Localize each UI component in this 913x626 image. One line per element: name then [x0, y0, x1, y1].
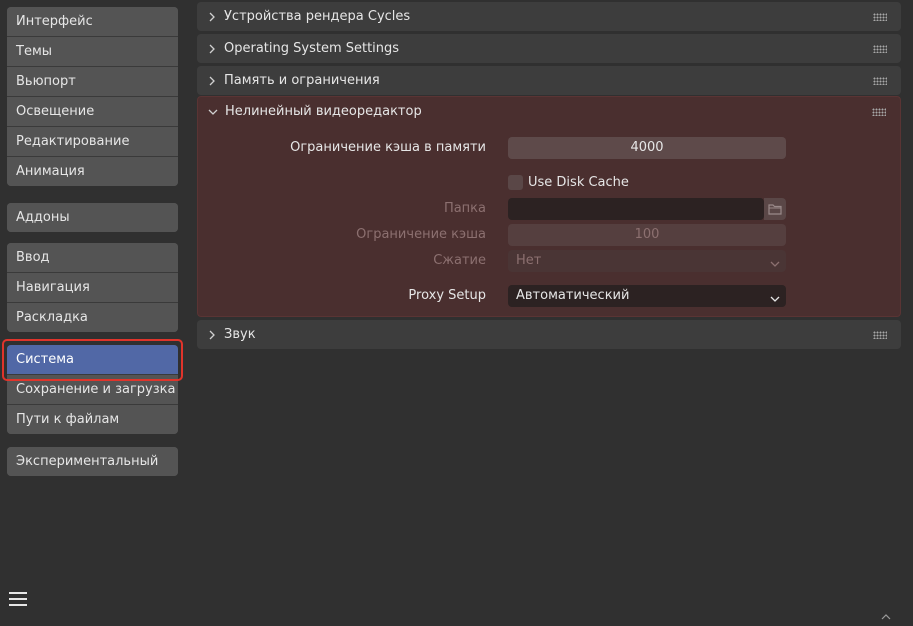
chevron-right-icon: [206, 75, 218, 87]
sidebar-item-themes[interactable]: Темы: [7, 36, 178, 66]
chevron-right-icon: [206, 11, 218, 23]
panel-cycles-devices[interactable]: Устройства рендера Cycles: [197, 2, 901, 31]
compression-row: Сжатие Нет: [198, 250, 902, 272]
panel-sound[interactable]: Звук: [197, 320, 901, 349]
use-disk-cache-row: Use Disk Cache: [198, 172, 902, 194]
folder-icon[interactable]: [764, 198, 786, 220]
preferences-sidebar: Интерфейс Темы Вьюпорт Освещение Редакти…: [0, 0, 190, 622]
chevron-right-icon: [206, 329, 218, 341]
proxy-setup-value: Автоматический: [516, 288, 630, 303]
proxy-setup-select[interactable]: Автоматический: [508, 285, 786, 307]
grip-dots-icon[interactable]: [872, 108, 886, 116]
sidebar-item-navigation[interactable]: Навигация: [7, 272, 178, 302]
panel-sequencer: Нелинейный видеоредактор Ограничение кэш…: [197, 96, 901, 317]
hamburger-menu-icon[interactable]: [6, 587, 30, 611]
sidebar-group-experimental: Экспериментальный: [7, 447, 178, 476]
sidebar-item-input[interactable]: Ввод: [7, 243, 178, 272]
disk-cache-folder-row: Папка: [198, 198, 902, 220]
compression-label: Сжатие: [433, 253, 486, 268]
sidebar-item-lighting[interactable]: Освещение: [7, 96, 178, 126]
sidebar-item-addons[interactable]: Аддоны: [7, 203, 178, 232]
sidebar-group-input: Ввод Навигация Раскладка: [7, 243, 178, 332]
memory-cache-limit-field[interactable]: 4000: [508, 137, 786, 159]
proxy-setup-row: Proxy Setup Автоматический: [198, 285, 902, 307]
panel-os-settings[interactable]: Operating System Settings: [197, 34, 901, 63]
sidebar-item-editing[interactable]: Редактирование: [7, 126, 178, 156]
panel-title: Operating System Settings: [224, 40, 400, 56]
folder-label: Папка: [443, 201, 486, 216]
compression-select[interactable]: Нет: [508, 250, 786, 272]
chevron-down-icon: [207, 106, 219, 118]
sidebar-item-system[interactable]: Система: [7, 345, 178, 374]
panel-title: Устройства рендера Cycles: [224, 8, 411, 24]
chevron-down-icon: [770, 255, 780, 267]
panel-title: Память и ограничения: [224, 72, 380, 88]
sidebar-item-animation[interactable]: Анимация: [7, 156, 178, 186]
grip-dots-icon[interactable]: [873, 331, 887, 339]
scroll-up-icon[interactable]: [877, 610, 895, 622]
chevron-down-icon: [770, 290, 780, 302]
disk-cache-limit-label: Ограничение кэша: [356, 227, 486, 242]
sidebar-item-keymap[interactable]: Раскладка: [7, 302, 178, 332]
preferences-main-area: Устройства рендера Cycles Operating Syst…: [197, 0, 913, 622]
memory-cache-limit-row: Ограничение кэша в памяти 4000: [198, 137, 902, 159]
use-disk-cache-label[interactable]: Use Disk Cache: [528, 172, 629, 194]
folder-path-input[interactable]: [508, 198, 764, 220]
memory-cache-limit-label: Ограничение кэша в памяти: [290, 140, 486, 155]
sidebar-item-viewport[interactable]: Вьюпорт: [7, 66, 178, 96]
sidebar-item-interface[interactable]: Интерфейс: [7, 7, 178, 36]
compression-value: Нет: [516, 253, 542, 268]
sidebar-item-file-paths[interactable]: Пути к файлам: [7, 404, 178, 434]
sidebar-item-save-load[interactable]: Сохранение и загрузка: [7, 374, 178, 404]
chevron-right-icon: [206, 43, 218, 55]
panel-title: Нелинейный видеоредактор: [225, 104, 422, 119]
disk-cache-limit-row: Ограничение кэша 100: [198, 224, 902, 246]
grip-dots-icon[interactable]: [873, 13, 887, 21]
disk-cache-limit-field[interactable]: 100: [508, 224, 786, 246]
panel-sequencer-header[interactable]: Нелинейный видеоредактор: [198, 97, 900, 127]
panel-memory-limits[interactable]: Память и ограничения: [197, 66, 901, 95]
sidebar-group-interface: Интерфейс Темы Вьюпорт Освещение Редакти…: [7, 7, 178, 186]
use-disk-cache-checkbox[interactable]: [508, 175, 523, 190]
sidebar-item-experimental[interactable]: Экспериментальный: [7, 447, 178, 476]
grip-dots-icon[interactable]: [873, 45, 887, 53]
sidebar-group-system: Система Сохранение и загрузка Пути к фай…: [7, 345, 178, 434]
sidebar-group-addons: Аддоны: [7, 203, 178, 232]
grip-dots-icon[interactable]: [873, 77, 887, 85]
panel-title: Звук: [224, 326, 256, 342]
proxy-setup-label: Proxy Setup: [408, 288, 486, 303]
